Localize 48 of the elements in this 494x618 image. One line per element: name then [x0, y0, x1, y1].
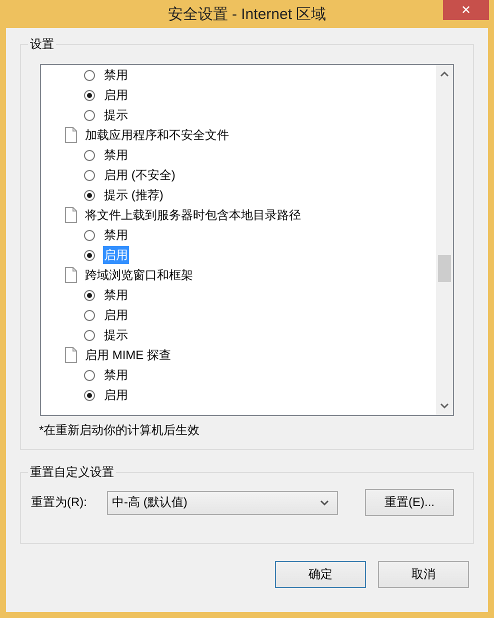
cancel-button[interactable]: 取消 [378, 561, 469, 588]
radio-button[interactable] [84, 70, 95, 80]
ok-button[interactable]: 确定 [275, 561, 366, 588]
close-button[interactable]: ✕ [443, 0, 489, 20]
document-icon [65, 127, 77, 143]
radio-button[interactable] [84, 370, 95, 380]
radio-button[interactable] [84, 90, 95, 100]
option-label[interactable]: 提示 [103, 326, 129, 344]
option-label[interactable]: 禁用 [103, 226, 129, 244]
scroll-thumb[interactable] [438, 255, 451, 282]
radio-button[interactable] [84, 230, 95, 240]
document-icon [65, 347, 77, 363]
option-label[interactable]: 禁用 [103, 366, 129, 384]
document-icon [65, 207, 77, 223]
option-label[interactable]: 禁用 [103, 146, 129, 164]
radio-button[interactable] [84, 290, 95, 300]
window-title: 安全设置 - Internet 区域 [168, 4, 326, 24]
reset-label: 重置为(R): [31, 494, 88, 511]
option-label[interactable]: 启用 [103, 306, 129, 324]
option-label[interactable]: 启用 (不安全) [103, 166, 176, 184]
setting-name: 加载应用程序和不安全文件 [84, 127, 230, 144]
radio-button[interactable] [84, 390, 95, 400]
setting-name: 将文件上载到服务器时包含本地目录路径 [84, 207, 302, 224]
radio-button[interactable] [84, 250, 95, 260]
option-label[interactable]: 启用 [103, 86, 129, 104]
group-label: 重置自定义设置 [28, 465, 116, 479]
group-label: 设置 [28, 37, 56, 51]
document-icon [65, 267, 77, 283]
restart-note: *在重新启动你的计算机后生效 [39, 422, 201, 439]
scroll-down-icon[interactable] [440, 403, 449, 409]
option-label[interactable]: 提示 [103, 106, 129, 124]
setting-name: 跨域浏览窗口和框架 [84, 267, 194, 284]
reset-button[interactable]: 重置(E)... [365, 489, 454, 516]
scroll-up-icon[interactable] [440, 71, 449, 77]
radio-button[interactable] [84, 310, 95, 320]
setting-name: 启用 MIME 探查 [84, 347, 172, 364]
radio-button[interactable] [84, 110, 95, 120]
radio-button[interactable] [84, 170, 95, 180]
caret-icon[interactable] [320, 500, 329, 506]
option-label[interactable]: 禁用 [103, 66, 129, 84]
option-label[interactable]: 提示 (推荐) [103, 186, 164, 204]
scrollbar[interactable] [436, 65, 453, 415]
level-dropdown[interactable]: 中-高 (默认值) [107, 490, 338, 514]
radio-button[interactable] [84, 330, 95, 340]
option-label[interactable]: 禁用 [103, 286, 129, 304]
radio-button[interactable] [84, 190, 95, 200]
option-label[interactable]: 启用 [103, 386, 129, 404]
radio-button[interactable] [84, 150, 95, 160]
